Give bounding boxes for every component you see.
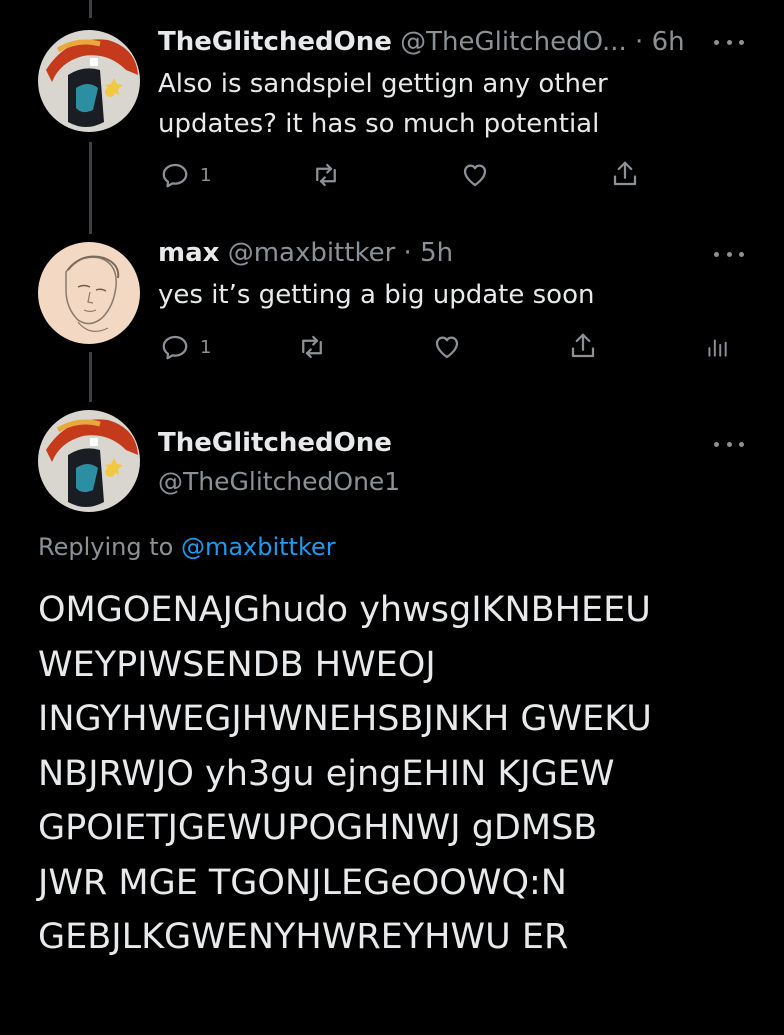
tweet-text: Also is sandspiel gettign any other upda… [158,69,608,139]
reply-count: 1 [200,164,212,186]
share-icon [613,161,637,186]
retweet-icon [316,163,336,187]
user-handle[interactable]: @TheGlitchedOne1 [158,464,400,500]
avatar[interactable] [38,242,140,344]
timestamp[interactable]: 6h [652,27,685,57]
display-name[interactable]: max [158,238,219,268]
retweet-button[interactable] [310,160,342,190]
like-button[interactable] [460,160,490,190]
heart-icon [435,336,459,359]
analytics-button[interactable] [704,332,730,362]
heart-icon [463,164,487,187]
avatar[interactable] [38,30,140,132]
retweet-button[interactable] [296,332,328,362]
display-name[interactable]: TheGlitchedOne [158,27,392,57]
analytics-icon [708,339,727,357]
tweet-header: TheGlitchedOne @TheGlitchedO... · 6h [158,25,685,59]
replying-label: Replying to [38,533,174,561]
reply-button[interactable]: 1 [160,332,211,362]
display-name[interactable]: TheGlitchedOne [158,425,392,461]
reply-count: 1 [200,336,212,358]
reply-icon [162,335,188,360]
replying-to-link[interactable]: @maxbittker [181,533,336,561]
timestamp[interactable]: 5h [420,238,453,268]
more-icon[interactable] [714,32,744,52]
tweet-text: yes it’s getting a big update soon [158,280,595,310]
like-button[interactable] [432,332,462,362]
tweet-2[interactable]: max @maxbittker · 5h yes it’s getting a … [0,230,784,380]
share-button[interactable] [610,158,640,190]
user-handle[interactable]: @maxbittker [228,238,396,268]
more-icon[interactable] [714,434,744,454]
avatar[interactable] [38,410,140,512]
user-handle[interactable]: @TheGlitchedO... [400,27,627,57]
tweet-1[interactable]: TheGlitchedOne @TheGlitchedO... · 6h Als… [0,0,784,230]
share-button[interactable] [568,330,598,362]
more-icon[interactable] [714,244,744,264]
reply-icon [162,163,188,188]
tweet-text: OMGOENAJGhudo yhwsgIKNBHEEU WEYPIWSENDB … [38,590,652,957]
reply-button[interactable]: 1 [160,160,211,190]
share-icon [571,333,595,358]
replying-to: Replying to @maxbittker [38,530,336,564]
retweet-icon [302,335,322,359]
separator-dot: · [635,27,644,57]
separator-dot: · [403,238,412,268]
tweet-header: max @maxbittker · 5h [158,236,453,270]
